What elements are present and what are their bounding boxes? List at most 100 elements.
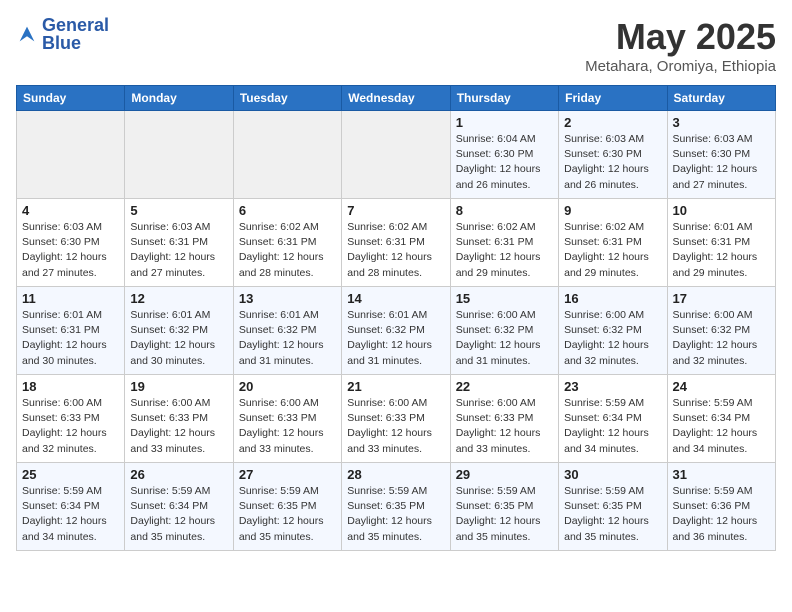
calendar-table: SundayMondayTuesdayWednesdayThursdayFrid…: [16, 85, 776, 551]
calendar-cell: 14 Sunrise: 6:01 AM Sunset: 6:32 PM Dayl…: [342, 287, 450, 375]
day-info: Sunrise: 6:00 AM Sunset: 6:33 PM Dayligh…: [130, 396, 227, 457]
day-number: 5: [130, 203, 227, 218]
day-number: 19: [130, 379, 227, 394]
calendar-cell: [342, 111, 450, 199]
calendar-cell: 18 Sunrise: 6:00 AM Sunset: 6:33 PM Dayl…: [17, 375, 125, 463]
calendar-cell: [125, 111, 233, 199]
calendar-cell: 10 Sunrise: 6:01 AM Sunset: 6:31 PM Dayl…: [667, 199, 775, 287]
day-number: 18: [22, 379, 119, 394]
calendar-cell: 21 Sunrise: 6:00 AM Sunset: 6:33 PM Dayl…: [342, 375, 450, 463]
day-number: 2: [564, 115, 661, 130]
day-number: 31: [673, 467, 770, 482]
day-number: 11: [22, 291, 119, 306]
day-header-saturday: Saturday: [667, 86, 775, 111]
calendar-week-row: 25 Sunrise: 5:59 AM Sunset: 6:34 PM Dayl…: [17, 463, 776, 551]
day-info: Sunrise: 6:04 AM Sunset: 6:30 PM Dayligh…: [456, 132, 553, 193]
day-info: Sunrise: 6:00 AM Sunset: 6:33 PM Dayligh…: [456, 396, 553, 457]
calendar-cell: 6 Sunrise: 6:02 AM Sunset: 6:31 PM Dayli…: [233, 199, 341, 287]
calendar-cell: 12 Sunrise: 6:01 AM Sunset: 6:32 PM Dayl…: [125, 287, 233, 375]
day-info: Sunrise: 6:00 AM Sunset: 6:32 PM Dayligh…: [673, 308, 770, 369]
day-number: 24: [673, 379, 770, 394]
calendar-header-row: SundayMondayTuesdayWednesdayThursdayFrid…: [17, 86, 776, 111]
calendar-cell: 23 Sunrise: 5:59 AM Sunset: 6:34 PM Dayl…: [559, 375, 667, 463]
day-number: 7: [347, 203, 444, 218]
day-number: 6: [239, 203, 336, 218]
day-header-wednesday: Wednesday: [342, 86, 450, 111]
calendar-cell: 3 Sunrise: 6:03 AM Sunset: 6:30 PM Dayli…: [667, 111, 775, 199]
day-number: 25: [22, 467, 119, 482]
calendar-week-row: 18 Sunrise: 6:00 AM Sunset: 6:33 PM Dayl…: [17, 375, 776, 463]
day-header-tuesday: Tuesday: [233, 86, 341, 111]
calendar-cell: 13 Sunrise: 6:01 AM Sunset: 6:32 PM Dayl…: [233, 287, 341, 375]
day-info: Sunrise: 6:03 AM Sunset: 6:30 PM Dayligh…: [22, 220, 119, 281]
calendar-cell: 29 Sunrise: 5:59 AM Sunset: 6:35 PM Dayl…: [450, 463, 558, 551]
day-info: Sunrise: 6:01 AM Sunset: 6:32 PM Dayligh…: [347, 308, 444, 369]
day-info: Sunrise: 6:01 AM Sunset: 6:32 PM Dayligh…: [130, 308, 227, 369]
day-info: Sunrise: 6:00 AM Sunset: 6:33 PM Dayligh…: [22, 396, 119, 457]
day-header-sunday: Sunday: [17, 86, 125, 111]
day-number: 4: [22, 203, 119, 218]
logo-icon: [16, 23, 38, 45]
day-info: Sunrise: 6:02 AM Sunset: 6:31 PM Dayligh…: [347, 220, 444, 281]
day-info: Sunrise: 5:59 AM Sunset: 6:34 PM Dayligh…: [130, 484, 227, 545]
calendar-cell: 11 Sunrise: 6:01 AM Sunset: 6:31 PM Dayl…: [17, 287, 125, 375]
calendar-cell: 7 Sunrise: 6:02 AM Sunset: 6:31 PM Dayli…: [342, 199, 450, 287]
day-number: 17: [673, 291, 770, 306]
calendar-cell: 9 Sunrise: 6:02 AM Sunset: 6:31 PM Dayli…: [559, 199, 667, 287]
calendar-cell: 25 Sunrise: 5:59 AM Sunset: 6:34 PM Dayl…: [17, 463, 125, 551]
day-info: Sunrise: 5:59 AM Sunset: 6:34 PM Dayligh…: [564, 396, 661, 457]
calendar-cell: [233, 111, 341, 199]
day-number: 21: [347, 379, 444, 394]
day-info: Sunrise: 6:00 AM Sunset: 6:32 PM Dayligh…: [456, 308, 553, 369]
logo-text-line1: General: [42, 16, 109, 34]
page-header: General Blue May 2025 Metahara, Oromiya,…: [16, 16, 776, 75]
day-header-friday: Friday: [559, 86, 667, 111]
calendar-cell: 19 Sunrise: 6:00 AM Sunset: 6:33 PM Dayl…: [125, 375, 233, 463]
calendar-week-row: 1 Sunrise: 6:04 AM Sunset: 6:30 PM Dayli…: [17, 111, 776, 199]
day-number: 3: [673, 115, 770, 130]
day-info: Sunrise: 6:03 AM Sunset: 6:30 PM Dayligh…: [564, 132, 661, 193]
day-number: 20: [239, 379, 336, 394]
day-number: 16: [564, 291, 661, 306]
calendar-cell: 15 Sunrise: 6:00 AM Sunset: 6:32 PM Dayl…: [450, 287, 558, 375]
day-number: 28: [347, 467, 444, 482]
month-title: May 2025: [585, 16, 776, 58]
calendar-cell: 16 Sunrise: 6:00 AM Sunset: 6:32 PM Dayl…: [559, 287, 667, 375]
day-info: Sunrise: 6:02 AM Sunset: 6:31 PM Dayligh…: [456, 220, 553, 281]
day-number: 9: [564, 203, 661, 218]
day-info: Sunrise: 5:59 AM Sunset: 6:35 PM Dayligh…: [456, 484, 553, 545]
day-info: Sunrise: 5:59 AM Sunset: 6:36 PM Dayligh…: [673, 484, 770, 545]
title-block: May 2025 Metahara, Oromiya, Ethiopia: [585, 16, 776, 75]
calendar-week-row: 4 Sunrise: 6:03 AM Sunset: 6:30 PM Dayli…: [17, 199, 776, 287]
day-number: 13: [239, 291, 336, 306]
calendar-cell: 30 Sunrise: 5:59 AM Sunset: 6:35 PM Dayl…: [559, 463, 667, 551]
day-info: Sunrise: 6:03 AM Sunset: 6:30 PM Dayligh…: [673, 132, 770, 193]
calendar-cell: [17, 111, 125, 199]
day-info: Sunrise: 6:01 AM Sunset: 6:31 PM Dayligh…: [673, 220, 770, 281]
location-text: Metahara, Oromiya, Ethiopia: [585, 58, 776, 75]
calendar-cell: 5 Sunrise: 6:03 AM Sunset: 6:31 PM Dayli…: [125, 199, 233, 287]
day-number: 10: [673, 203, 770, 218]
calendar-cell: 2 Sunrise: 6:03 AM Sunset: 6:30 PM Dayli…: [559, 111, 667, 199]
calendar-week-row: 11 Sunrise: 6:01 AM Sunset: 6:31 PM Dayl…: [17, 287, 776, 375]
logo: General Blue: [16, 16, 109, 52]
calendar-cell: 8 Sunrise: 6:02 AM Sunset: 6:31 PM Dayli…: [450, 199, 558, 287]
day-header-monday: Monday: [125, 86, 233, 111]
day-number: 12: [130, 291, 227, 306]
day-header-thursday: Thursday: [450, 86, 558, 111]
day-number: 1: [456, 115, 553, 130]
day-info: Sunrise: 6:02 AM Sunset: 6:31 PM Dayligh…: [239, 220, 336, 281]
calendar-cell: 28 Sunrise: 5:59 AM Sunset: 6:35 PM Dayl…: [342, 463, 450, 551]
day-info: Sunrise: 6:01 AM Sunset: 6:31 PM Dayligh…: [22, 308, 119, 369]
day-number: 29: [456, 467, 553, 482]
day-info: Sunrise: 6:01 AM Sunset: 6:32 PM Dayligh…: [239, 308, 336, 369]
day-info: Sunrise: 5:59 AM Sunset: 6:35 PM Dayligh…: [239, 484, 336, 545]
day-info: Sunrise: 5:59 AM Sunset: 6:35 PM Dayligh…: [564, 484, 661, 545]
day-number: 22: [456, 379, 553, 394]
day-number: 8: [456, 203, 553, 218]
calendar-cell: 31 Sunrise: 5:59 AM Sunset: 6:36 PM Dayl…: [667, 463, 775, 551]
day-number: 27: [239, 467, 336, 482]
day-info: Sunrise: 6:00 AM Sunset: 6:33 PM Dayligh…: [239, 396, 336, 457]
calendar-cell: 1 Sunrise: 6:04 AM Sunset: 6:30 PM Dayli…: [450, 111, 558, 199]
day-number: 15: [456, 291, 553, 306]
